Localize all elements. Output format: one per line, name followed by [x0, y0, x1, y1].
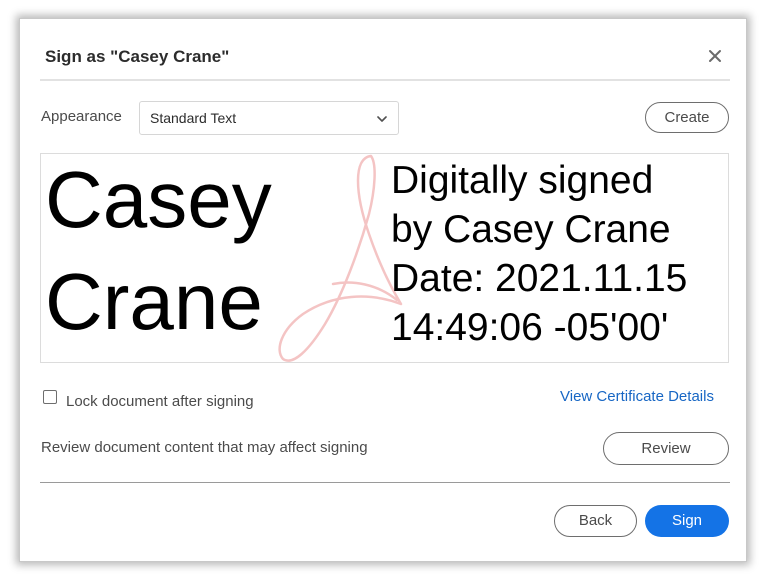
close-icon: [709, 50, 721, 62]
dialog-title: Sign as "Casey Crane": [45, 47, 230, 66]
signature-name-last: Crane: [45, 257, 263, 346]
lock-document-label: Lock document after signing: [66, 393, 254, 410]
footer-divider: [40, 482, 730, 483]
signature-detail-line: 14:49:06 -05'00': [391, 306, 669, 349]
sign-dialog: Sign as "Casey Crane" Appearance Standar…: [19, 18, 747, 562]
appearance-label: Appearance: [41, 108, 122, 125]
acrobat-logo-watermark: [278, 154, 403, 362]
sign-button[interactable]: Sign: [645, 505, 729, 537]
signature-detail-line: Digitally signed: [391, 159, 654, 202]
review-description: Review document content that may affect …: [41, 439, 368, 456]
signature-preview: Casey Crane Digitally signed by Casey Cr…: [40, 153, 729, 363]
signature-detail-line: Date: 2021.11.15: [391, 257, 688, 300]
close-button[interactable]: [704, 45, 726, 67]
signature-detail-line: by Casey Crane: [391, 208, 671, 251]
chevron-down-icon: [375, 112, 389, 131]
header-divider: [40, 79, 730, 81]
view-certificate-link[interactable]: View Certificate Details: [560, 388, 714, 405]
appearance-selected-value: Standard Text: [150, 110, 237, 126]
review-button[interactable]: Review: [603, 432, 729, 465]
create-button[interactable]: Create: [645, 102, 729, 133]
appearance-dropdown[interactable]: Standard Text: [139, 101, 399, 135]
signature-name-first: Casey: [45, 155, 272, 244]
back-button[interactable]: Back: [554, 505, 637, 537]
lock-document-checkbox[interactable]: [43, 390, 57, 404]
